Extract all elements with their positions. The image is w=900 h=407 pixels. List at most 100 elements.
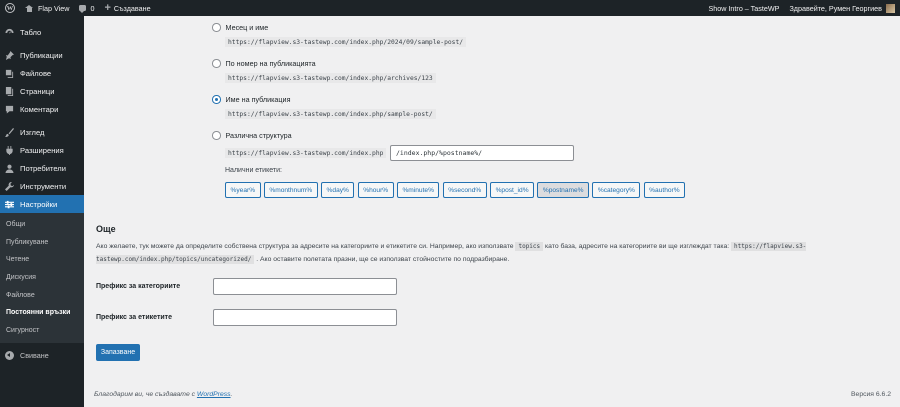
tag-button-postname[interactable]: %postname% [537, 182, 590, 198]
admin-bar: W Flap View 0 + Създаване Show Intro – T… [0, 0, 900, 16]
sidebar-item-label: Разширения [20, 145, 64, 155]
desc-code-topics: topics [515, 242, 544, 251]
footer-thanks: Благодарим ви, че създавате с WordPress. [94, 391, 232, 398]
submenu-item-general[interactable]: Общи [0, 216, 84, 234]
comment-icon [5, 105, 14, 114]
submenu-item-writing[interactable]: Публикуване [0, 234, 84, 252]
tag-button-post-id[interactable]: %post_id% [490, 182, 535, 198]
tag-button-minute[interactable]: %minute% [396, 182, 440, 198]
sidebar-item-label: Потребители [20, 163, 66, 173]
sidebar-item-label: Публикации [20, 50, 63, 60]
optional-description: Ако желаете, тук можете да определите со… [96, 240, 816, 266]
option-label: Име на публикация [225, 95, 291, 104]
category-base-input[interactable] [213, 278, 397, 295]
desc-text: като база, адресите на категориите ви ще… [545, 243, 730, 250]
radio-custom-structure[interactable] [212, 131, 221, 140]
wrench-icon [5, 181, 14, 191]
users-icon [5, 164, 14, 173]
collapse-label: Свиване [20, 350, 49, 360]
option-label: Месец и име [225, 23, 269, 32]
new-content-menu[interactable]: + Създаване [99, 0, 155, 16]
sidebar-item-label: Табло [20, 27, 42, 37]
sidebar-item-dashboard[interactable]: Табло [0, 23, 84, 41]
main-content: Месец и име https://flapview.s3-tastewp.… [84, 16, 900, 407]
submenu-item-media[interactable]: Файлове [0, 286, 84, 304]
custom-base-url: https://flapview.s3-tastewp.com/index.ph… [225, 148, 387, 158]
tag-button-category[interactable]: %category% [592, 182, 641, 198]
submenu-item-reading[interactable]: Четене [0, 251, 84, 269]
available-tags-label: Налични етикети: [225, 167, 282, 174]
brush-icon [5, 127, 14, 137]
tag-button-second[interactable]: %second% [442, 182, 487, 198]
footer-version: Версия 6.6.2 [851, 391, 891, 398]
media-icon [5, 69, 14, 78]
comments-count: 0 [90, 3, 95, 13]
option-custom-structure[interactable]: Различна структура [212, 131, 292, 140]
custom-structure-input[interactable]: /index.php/%postname%/ [390, 145, 574, 161]
example-url: https://flapview.s3-tastewp.com/index.ph… [225, 37, 467, 47]
greeting-text: Здравейте, Румен Георгиев [789, 3, 882, 13]
submenu-item-permalinks[interactable]: Постоянни връзки [0, 304, 84, 322]
sidebar-item-label: Изглед [20, 127, 45, 137]
settings-icon [5, 200, 14, 209]
submenu-item-security[interactable]: Сигурност [0, 322, 84, 340]
tag-base-label: Префикс за етикетите [96, 314, 172, 321]
sidebar-item-plugins[interactable]: Разширения [0, 141, 84, 159]
sidebar-item-label: Инструменти [20, 181, 67, 191]
avatar [886, 3, 895, 13]
submenu-item-discussion[interactable]: Дискусия [0, 269, 84, 287]
option-label: Различна структура [225, 131, 292, 140]
show-intro-label: Show Intro – TasteWP [708, 3, 780, 13]
available-tags: %year% %monthnum% %day% %hour% %minute% … [225, 182, 686, 198]
option-label: По номер на публикацията [225, 59, 316, 68]
sidebar-item-label: Страници [20, 86, 55, 96]
site-name: Flap View [38, 3, 70, 13]
wordpress-link[interactable]: WordPress [197, 391, 231, 398]
desc-text: Ако желаете, тук можете да определите со… [96, 243, 514, 250]
pin-icon [5, 50, 14, 60]
page-icon [5, 86, 14, 96]
new-content-label: Създаване [113, 3, 151, 13]
example-url: https://flapview.s3-tastewp.com/index.ph… [225, 73, 436, 83]
site-name-link[interactable]: Flap View [20, 0, 74, 16]
comments-link[interactable]: 0 [74, 0, 99, 16]
home-icon [25, 4, 33, 12]
sidebar-item-label: Настройки [20, 199, 58, 209]
tag-button-year[interactable]: %year% [225, 182, 261, 198]
sidebar-item-posts[interactable]: Публикации [0, 46, 84, 64]
tag-base-input[interactable] [213, 309, 397, 326]
sidebar-item-label: Коментари [20, 104, 59, 114]
sidebar-item-settings[interactable]: Настройки [0, 195, 84, 213]
plus-icon: + [104, 1, 111, 14]
optional-section-title: Още [96, 224, 116, 234]
footer-period: . [230, 391, 233, 398]
collapse-menu-button[interactable]: Свиване [0, 345, 84, 365]
my-account-menu[interactable]: Здравейте, Румен Георгиев [784, 0, 900, 16]
radio-post-name[interactable] [212, 95, 221, 104]
option-post-name[interactable]: Име на публикация [212, 95, 290, 104]
sidebar-item-media[interactable]: Файлове [0, 64, 84, 82]
save-button[interactable]: Запазване [96, 344, 140, 361]
show-intro-link[interactable]: Show Intro – TasteWP [703, 0, 784, 16]
wordpress-logo-icon: W [5, 3, 15, 13]
tag-button-monthnum[interactable]: %monthnum% [263, 182, 318, 198]
tag-button-hour[interactable]: %hour% [357, 182, 394, 198]
plugin-icon [5, 145, 14, 155]
sidebar-item-appearance[interactable]: Изглед [0, 123, 84, 141]
tag-button-day[interactable]: %day% [321, 182, 355, 198]
comment-icon [79, 5, 87, 13]
tag-button-author[interactable]: %author% [643, 182, 686, 198]
option-numeric[interactable]: По номер на публикацията [212, 59, 316, 68]
radio-numeric[interactable] [212, 59, 221, 68]
radio-month-name[interactable] [212, 23, 221, 32]
settings-submenu: Общи Публикуване Четене Дискусия Файлове… [0, 213, 84, 344]
category-base-label: Префикс за категориите [96, 283, 181, 290]
footer-thanks-text: Благодарим ви, че създавате с [94, 391, 196, 398]
sidebar-item-pages[interactable]: Страници [0, 82, 84, 100]
wp-logo-menu[interactable]: W [0, 0, 20, 16]
sidebar-item-users[interactable]: Потребители [0, 159, 84, 177]
sidebar-item-tools[interactable]: Инструменти [0, 177, 84, 195]
desc-text: . Ако оставите полетата празни, ще се из… [256, 256, 510, 263]
option-month-name[interactable]: Месец и име [212, 23, 268, 32]
sidebar-item-comments[interactable]: Коментари [0, 100, 84, 118]
